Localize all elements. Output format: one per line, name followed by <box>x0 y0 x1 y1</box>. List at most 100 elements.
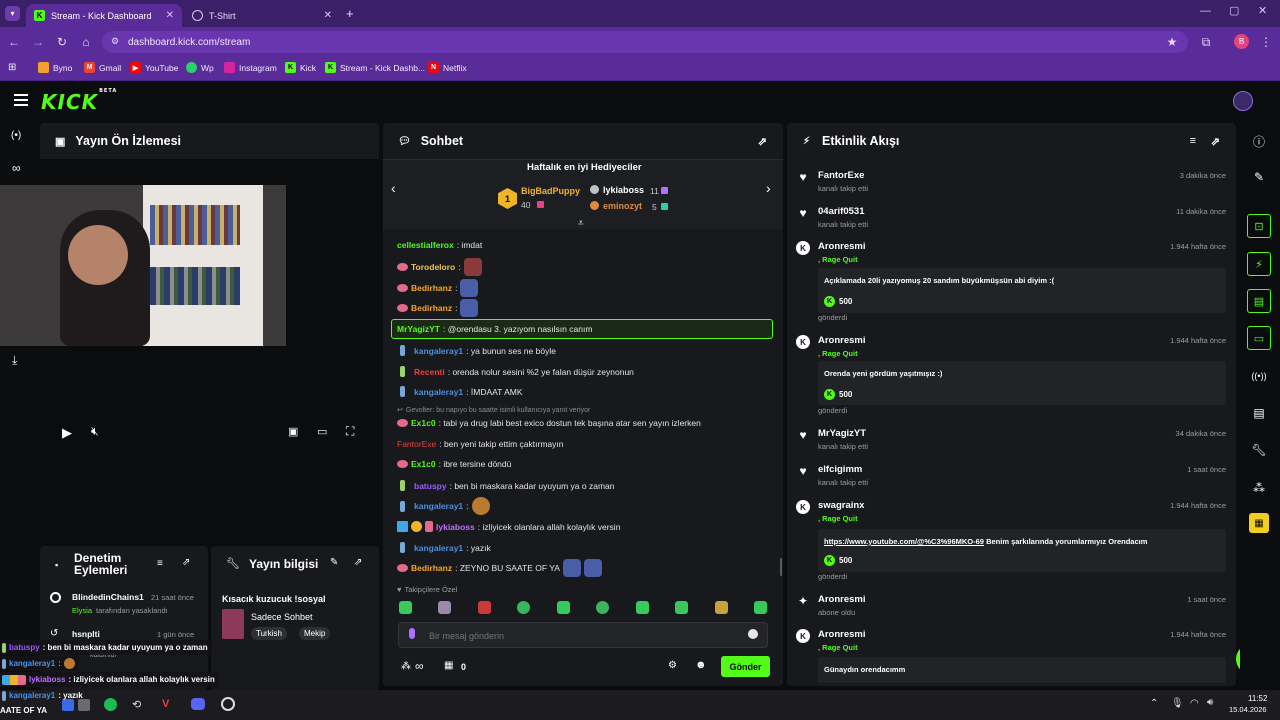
broadcast-icon[interactable]: ((•)) <box>1249 366 1269 386</box>
activity-event[interactable]: ♥ elfcigimm kanalı takip etti 1 saat önc… <box>796 464 1226 494</box>
close-tab-icon[interactable]: ✕ <box>166 10 174 21</box>
chat-username[interactable]: kangaleray1 <box>414 501 463 511</box>
tab-kick-dashboard[interactable]: K Stream - Kick Dashboard ✕ <box>26 4 182 27</box>
valorant-icon[interactable]: V <box>162 698 169 710</box>
theater-mode-icon[interactable]: ▭ <box>317 425 327 438</box>
taskbar-app-icon[interactable]: ⟲ <box>132 698 141 711</box>
discord-icon[interactable] <box>191 698 205 710</box>
chat-message[interactable]: batuspy: ben bi maskara kadar uyuyum ya … <box>397 480 614 491</box>
emote-icon[interactable] <box>557 601 570 614</box>
popout-icon[interactable]: ⇗ <box>758 135 767 148</box>
emote-icon[interactable] <box>438 601 451 614</box>
stream-video[interactable] <box>0 185 286 346</box>
users-icon[interactable]: ⁂ <box>401 661 411 672</box>
chat-message[interactable]: kangaleray1: yazık <box>397 542 491 553</box>
close-window-icon[interactable]: ✕ <box>1258 4 1267 17</box>
lightning-panel-icon[interactable]: ⚡︎ <box>1247 252 1271 276</box>
activity-event[interactable]: ♥ FantorExe kanalı takip etti 3 dakika ö… <box>796 170 1226 200</box>
bookmark-netflix[interactable]: N Netflix <box>428 62 467 73</box>
emote-picker-icon[interactable]: ☻ <box>695 659 707 671</box>
chat-message[interactable]: Ex1c0: tabi ya drug labi best exico dost… <box>397 418 701 428</box>
filter-icon[interactable]: ≡ <box>1190 135 1196 147</box>
browser-menu-icon[interactable]: ⋮ <box>1258 34 1274 50</box>
event-link[interactable]: https://www.youtube.com/@%C3%96MKO-69 <box>824 537 984 546</box>
emote-icon[interactable] <box>399 601 412 614</box>
address-bar[interactable]: ⚙ <box>102 31 1188 53</box>
emote-icon[interactable] <box>754 601 767 614</box>
link-icon[interactable]: ∞ <box>12 161 21 175</box>
chat-settings-icon[interactable]: ⚙ <box>668 660 677 671</box>
chat-message[interactable]: Bedirhanz: <box>397 279 479 297</box>
mute-icon[interactable]: 🔇︎ <box>91 424 99 439</box>
event-user[interactable]: 04arif0531 <box>818 206 864 217</box>
home-icon[interactable]: ⌂ <box>78 34 94 50</box>
wrench-icon[interactable]: 🔧︎ <box>1249 440 1269 460</box>
chat-username[interactable]: kangaleray1 <box>414 346 463 356</box>
bookmark-kick-dashboard[interactable]: K Stream - Kick Dashb... <box>325 62 425 73</box>
filter-icon[interactable]: ≡ <box>157 558 163 569</box>
chat-username[interactable]: batuspy <box>414 481 447 491</box>
chat-username[interactable]: Recenti <box>414 367 445 377</box>
chat-message[interactable]: kangaleray1: ya bunun ses ne böyle <box>397 345 556 356</box>
event-user[interactable]: Aronresmi <box>818 594 866 605</box>
chat-message[interactable]: Recenti: orenda nolur sesini %2 ye falan… <box>397 366 634 377</box>
chat-message[interactable]: Bedirhanz: <box>397 299 479 317</box>
reload-icon[interactable]: ↻ <box>54 34 70 50</box>
tab-tshirt[interactable]: T-Shirt ✕ <box>184 4 340 27</box>
forward-icon[interactable]: → <box>30 34 46 50</box>
chat-message[interactable]: kangaleray1: İMDAAT AMK <box>397 386 523 397</box>
chat-message[interactable]: Bedirhanz: ZEYNO BU SAATE OF YA <box>397 559 602 577</box>
mic-icon[interactable] <box>409 628 415 639</box>
chat-username[interactable]: kangaleray1 <box>414 387 463 397</box>
event-user[interactable]: FantorExe <box>818 170 864 181</box>
chat-username[interactable]: lykiaboss <box>436 522 475 532</box>
bookmark-star-icon[interactable]: ★ <box>1164 34 1180 50</box>
chat-username[interactable]: Bedirhanz <box>411 303 452 313</box>
chat-scrollbar[interactable] <box>780 558 782 576</box>
tab-list-button[interactable]: ▾ <box>5 6 20 21</box>
chat-username[interactable]: Bedirhanz <box>411 283 452 293</box>
fullscreen-icon[interactable]: ⛶ <box>346 424 354 439</box>
emoji-icon[interactable] <box>748 629 758 639</box>
event-user[interactable]: Aronresmi <box>818 629 866 640</box>
chat-message[interactable]: Torodeloro: <box>397 258 482 276</box>
close-tab-icon[interactable]: ✕ <box>324 10 332 21</box>
stream-category[interactable]: Sadece Sohbet <box>251 612 313 622</box>
emote-icon[interactable] <box>596 601 609 614</box>
users-icon[interactable]: ⁂ <box>1249 478 1269 498</box>
emote-icon[interactable] <box>675 601 688 614</box>
chat-username[interactable]: Bedirhanz <box>411 563 452 573</box>
activity-event[interactable]: K Aronresmi , Rage Quit 1.944 hafta önce… <box>796 241 1226 323</box>
emote-icon[interactable] <box>517 601 530 614</box>
chat-username[interactable]: kangaleray1 <box>414 543 463 553</box>
bookmark-kick[interactable]: K Kick <box>285 62 316 73</box>
store-icon[interactable]: ▦ <box>444 660 453 671</box>
popout-icon[interactable]: ⇗ <box>1211 135 1220 148</box>
activity-event[interactable]: ♥ MrYagizYT kanalı takip etti 34 dakika … <box>796 428 1226 458</box>
chat-message[interactable]: Ex1c0: ibre tersine döndü <box>397 459 511 469</box>
chat-username[interactable]: Ex1c0 <box>411 459 436 469</box>
chat-message[interactable]: cellestialferox: imdat <box>397 240 482 250</box>
chat-message[interactable]: MrYagizYT: @orendasu 3. yazıyom nasılsın… <box>397 324 592 334</box>
wifi-icon[interactable]: ◠ <box>1190 698 1199 709</box>
mic-tray-icon[interactable]: 🎙︎ <box>1171 698 1184 709</box>
user-avatar[interactable] <box>1233 91 1253 111</box>
extensions-icon[interactable]: ⧉ <box>1198 34 1214 50</box>
gifters-next-icon[interactable]: › <box>766 180 771 196</box>
bookmark-instagram[interactable]: Instagram <box>224 62 277 73</box>
activity-event[interactable]: ✦ Aronresmi abone oldu 1 saat önce <box>796 594 1226 624</box>
play-button[interactable]: ▶ <box>62 425 72 441</box>
moderation-item[interactable]: BlindedinChains1 21 saat önce Elysia tar… <box>50 592 200 620</box>
info-icon[interactable]: ⓘ <box>1249 131 1269 151</box>
broadcast-icon[interactable]: (•) <box>11 130 21 141</box>
clock-date[interactable]: 15.04.2026 <box>1229 705 1267 714</box>
tray-chevron-icon[interactable]: ⌃ <box>1150 698 1158 709</box>
activity-event[interactable]: K Aronresmi , Rage Quit 1.944 hafta önce… <box>796 629 1226 684</box>
chat-username[interactable]: MrYagizYT <box>397 324 440 334</box>
clock-time[interactable]: 11:52 <box>1248 694 1267 703</box>
send-button[interactable]: Gönder <box>721 656 770 677</box>
collapse-gifters-icon[interactable]: ⩡ <box>578 218 584 229</box>
clipboard-icon[interactable]: ▤ <box>1247 289 1271 313</box>
volume-icon[interactable]: 🔊︎ <box>1207 697 1213 708</box>
chat-username[interactable]: Torodeloro <box>411 262 455 272</box>
